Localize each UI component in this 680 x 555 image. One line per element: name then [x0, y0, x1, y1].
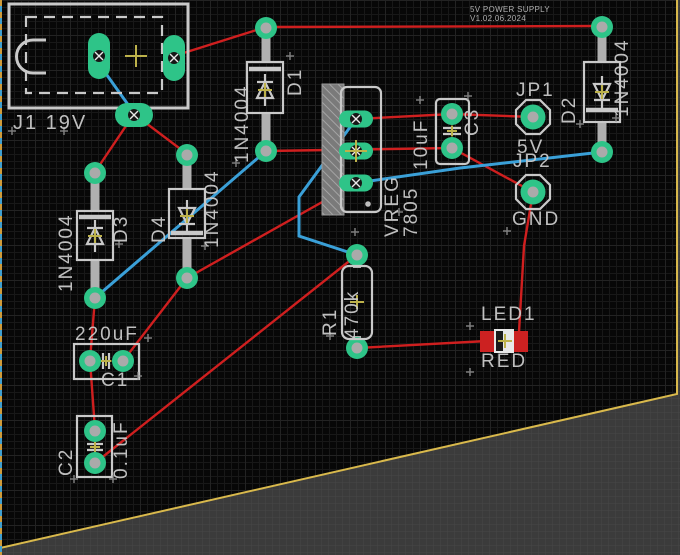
label-c3-ref[interactable]: C3 [462, 108, 483, 136]
pcb-graphics [0, 0, 680, 555]
label-d1-value[interactable]: 1N4004 [232, 84, 253, 163]
label-c3-value[interactable]: 10uF [411, 119, 432, 170]
label-d4-value[interactable]: 1N4004 [202, 169, 223, 248]
trace-red-top-rail[interactable] [172, 24, 603, 58]
trace-red-c1-d4[interactable] [121, 276, 189, 363]
label-jp2-ref[interactable]: JP2 [513, 152, 552, 171]
outside-board-region [0, 0, 680, 555]
component-c2[interactable] [75, 414, 114, 479]
trace-red-c2-r1[interactable] [93, 253, 359, 465]
label-d4-ref[interactable]: D4 [149, 215, 170, 243]
label-j1[interactable]: J1 19V [13, 113, 87, 133]
pad[interactable] [84, 452, 106, 474]
pad[interactable] [84, 287, 106, 309]
pad[interactable] [591, 141, 613, 163]
pad[interactable] [255, 140, 277, 162]
pad[interactable] [88, 33, 110, 79]
label-jp1-ref[interactable]: JP1 [516, 81, 555, 100]
pad[interactable] [346, 244, 368, 266]
label-d3-value[interactable]: 1N4004 [56, 213, 77, 292]
pad[interactable] [441, 137, 463, 159]
label-c2-ref[interactable]: C2 [56, 448, 77, 476]
component-d4[interactable] [167, 144, 207, 289]
label-c1-value[interactable]: 220uF [75, 325, 139, 344]
pad[interactable] [163, 35, 185, 81]
anchor-cross [88, 229, 102, 243]
pad[interactable] [112, 350, 134, 372]
label-d2-ref[interactable]: D2 [559, 96, 580, 124]
label-r1-ref[interactable]: R1 [320, 308, 341, 336]
pad[interactable] [115, 103, 153, 127]
label-c1-ref[interactable]: C1 [101, 371, 129, 390]
pad[interactable] [255, 17, 277, 39]
component-j1[interactable] [7, 2, 190, 127]
pad[interactable] [84, 420, 106, 442]
pad[interactable] [339, 175, 373, 192]
title-block-line1[interactable]: 5V POWER SUPPLY [470, 6, 550, 14]
pad[interactable] [441, 103, 463, 125]
anchor-cross [595, 85, 609, 99]
label-jp2-net[interactable]: GND [512, 210, 560, 229]
label-d3-ref[interactable]: D3 [111, 215, 132, 243]
pad[interactable] [339, 111, 373, 128]
trace-red-r1-led1[interactable] [355, 339, 489, 350]
pad[interactable] [514, 173, 552, 211]
pad[interactable] [176, 267, 198, 289]
label-r1-value[interactable]: 470k [342, 290, 363, 339]
pad[interactable] [79, 350, 101, 372]
component-vreg[interactable] [321, 83, 383, 216]
label-vreg-ref[interactable]: VREG [382, 175, 403, 237]
pad[interactable] [84, 162, 106, 184]
label-c2-value[interactable]: 0.1uF [111, 420, 132, 479]
pcb-editor-canvas: 5V POWER SUPPLY V1.02.06.2024 J1 19V 1N4… [0, 0, 680, 555]
pad[interactable] [176, 144, 198, 166]
title-block-line2[interactable]: V1.02.06.2024 [470, 15, 526, 23]
anchor-cross [180, 209, 194, 223]
pad[interactable] [514, 98, 552, 136]
component-jp1[interactable] [514, 98, 552, 136]
anchor-cross [125, 45, 147, 67]
label-led1-ref[interactable]: LED1 [481, 305, 537, 324]
pad[interactable] [346, 337, 368, 359]
label-d2-value[interactable]: 1N4004 [612, 38, 633, 117]
label-d1-ref[interactable]: D1 [285, 68, 306, 96]
component-led1[interactable] [480, 329, 528, 353]
label-led1-value[interactable]: RED [481, 352, 527, 371]
label-vreg-value[interactable]: 7805 [401, 187, 422, 237]
anchor-cross [258, 83, 272, 97]
component-jp2[interactable] [514, 173, 552, 211]
pad[interactable] [591, 16, 613, 38]
